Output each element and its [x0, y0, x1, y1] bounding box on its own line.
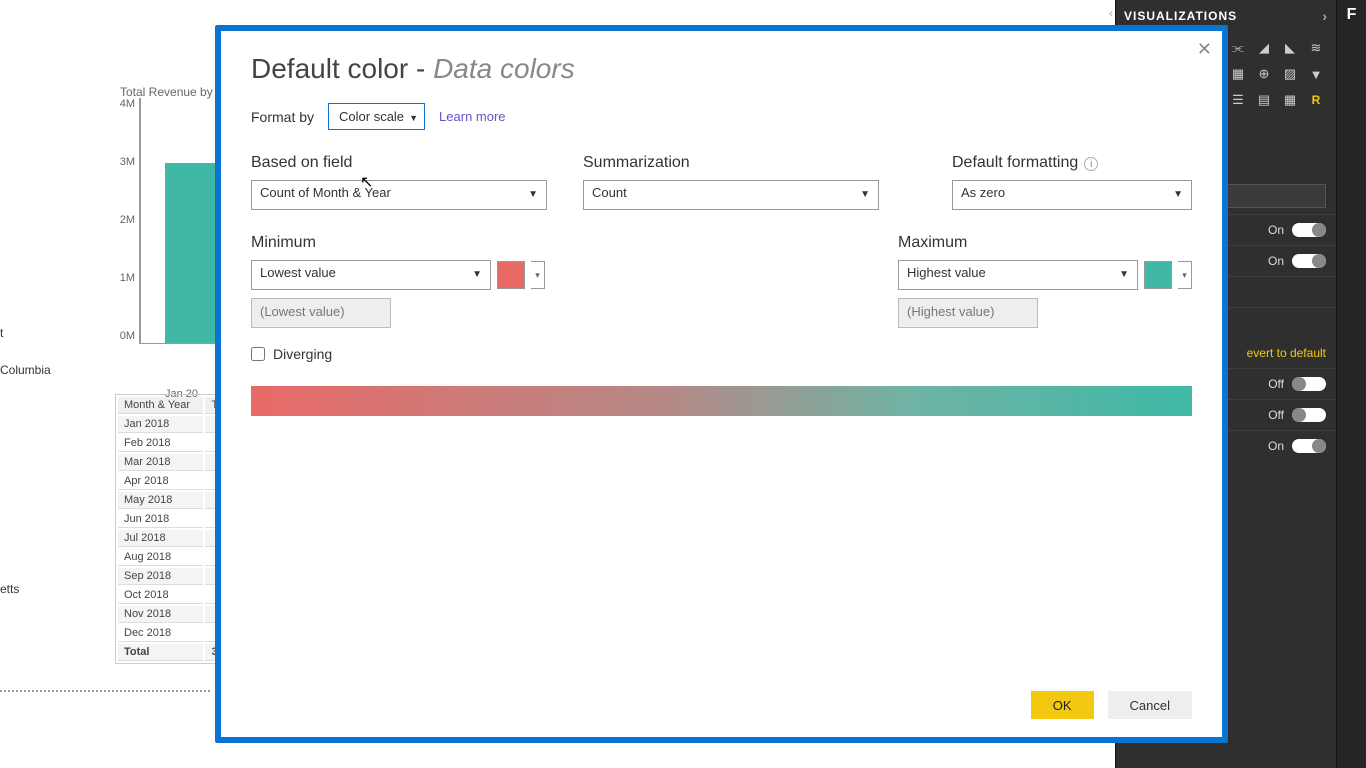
info-icon[interactable]: i: [1084, 157, 1098, 171]
minimum-color-dropdown-icon[interactable]: ▾: [531, 261, 545, 289]
based-on-field-label: Based on field: [251, 154, 547, 172]
maximum-value-input[interactable]: (Highest value): [898, 298, 1038, 328]
default-color-dialog: ✕ Default color - Data colors Format by …: [215, 25, 1228, 743]
diverging-checkbox[interactable]: [251, 347, 265, 361]
default-formatting-label: Default formattingi: [952, 154, 1192, 172]
funnel-icon[interactable]: ▼: [1304, 62, 1328, 86]
treemap-icon[interactable]: ▦: [1226, 62, 1250, 86]
table-cell: Sep 2018: [118, 568, 203, 585]
diverging-label: Diverging: [273, 346, 332, 362]
format-by-select[interactable]: Color scale: [328, 103, 425, 130]
slicer-fragment: t Columbia etts: [0, 320, 51, 618]
collapse-chevron-icon[interactable]: ‹: [1109, 6, 1113, 20]
minimum-color-swatch[interactable]: [497, 261, 525, 289]
toggle-state: On: [1268, 439, 1284, 453]
minimum-value-input[interactable]: (Lowest value): [251, 298, 391, 328]
line-chart-icon[interactable]: ⫘: [1226, 36, 1250, 60]
table-cell: Jun 2018: [118, 511, 203, 528]
panel-title: VISUALIZATIONS: [1124, 9, 1237, 23]
maximum-select[interactable]: Highest value: [898, 260, 1138, 290]
toggle-state: On: [1268, 254, 1284, 268]
toggle-state: On: [1268, 223, 1284, 237]
toggle-state: Off: [1268, 408, 1284, 422]
maximum-label: Maximum: [898, 234, 1192, 252]
cancel-button[interactable]: Cancel: [1108, 691, 1192, 719]
maximum-color-swatch[interactable]: [1144, 261, 1172, 289]
table-cell: Mar 2018: [118, 454, 203, 471]
chart-bar[interactable]: [165, 163, 215, 343]
toggle-switch[interactable]: [1292, 223, 1326, 237]
table-header: Month & Year: [118, 397, 203, 414]
table-icon[interactable]: ▤: [1252, 88, 1276, 112]
toggle-switch[interactable]: [1292, 408, 1326, 422]
based-on-field-select[interactable]: Count of Month & Year: [251, 180, 547, 210]
stacked-area-icon[interactable]: ◣: [1278, 36, 1302, 60]
map-icon[interactable]: ⊕: [1252, 62, 1276, 86]
expand-chevron-icon[interactable]: ›: [1322, 8, 1328, 24]
table-cell: Jul 2018: [118, 530, 203, 547]
summarization-label: Summarization: [583, 154, 879, 172]
y-axis-ticks: 4M 3M 2M 1M 0M: [105, 98, 135, 388]
ribbon-chart-icon[interactable]: ≋: [1304, 36, 1328, 60]
table-total-label: Total: [118, 644, 203, 661]
table-cell: Oct 2018: [118, 587, 203, 604]
matrix-icon[interactable]: ▦: [1278, 88, 1302, 112]
table-cell: Feb 2018: [118, 435, 203, 452]
table-cell: Nov 2018: [118, 606, 203, 623]
table-cell: Apr 2018: [118, 473, 203, 490]
summarization-select[interactable]: Count: [583, 180, 879, 210]
close-icon[interactable]: ✕: [1197, 39, 1212, 60]
minimum-label: Minimum: [251, 234, 545, 252]
slicer-icon[interactable]: ☰: [1226, 88, 1250, 112]
y-axis-line: [139, 98, 141, 344]
toggle-switch[interactable]: [1292, 254, 1326, 268]
r-visual-icon[interactable]: R: [1304, 88, 1328, 112]
table-cell: Aug 2018: [118, 549, 203, 566]
format-by-label: Format by: [251, 109, 314, 125]
toggle-switch[interactable]: [1292, 377, 1326, 391]
visual-placeholder-border: [0, 690, 210, 692]
table-cell: May 2018: [118, 492, 203, 509]
maximum-color-dropdown-icon[interactable]: ▾: [1178, 261, 1192, 289]
color-gradient-preview: [251, 386, 1192, 416]
learn-more-link[interactable]: Learn more: [439, 109, 505, 124]
fields-panel-collapsed[interactable]: F: [1336, 0, 1366, 768]
dialog-title: Default color - Data colors: [251, 53, 1192, 85]
toggle-state: Off: [1268, 377, 1284, 391]
filled-map-icon[interactable]: ▨: [1278, 62, 1302, 86]
toggle-switch[interactable]: [1292, 439, 1326, 453]
minimum-select[interactable]: Lowest value: [251, 260, 491, 290]
table-cell: Dec 2018: [118, 625, 203, 642]
chart-title: Total Revenue by: [120, 85, 213, 99]
area-chart-icon[interactable]: ◢: [1252, 36, 1276, 60]
table-cell: Jan 2018: [118, 416, 203, 433]
default-formatting-select[interactable]: As zero: [952, 180, 1192, 210]
ok-button[interactable]: OK: [1031, 691, 1094, 719]
